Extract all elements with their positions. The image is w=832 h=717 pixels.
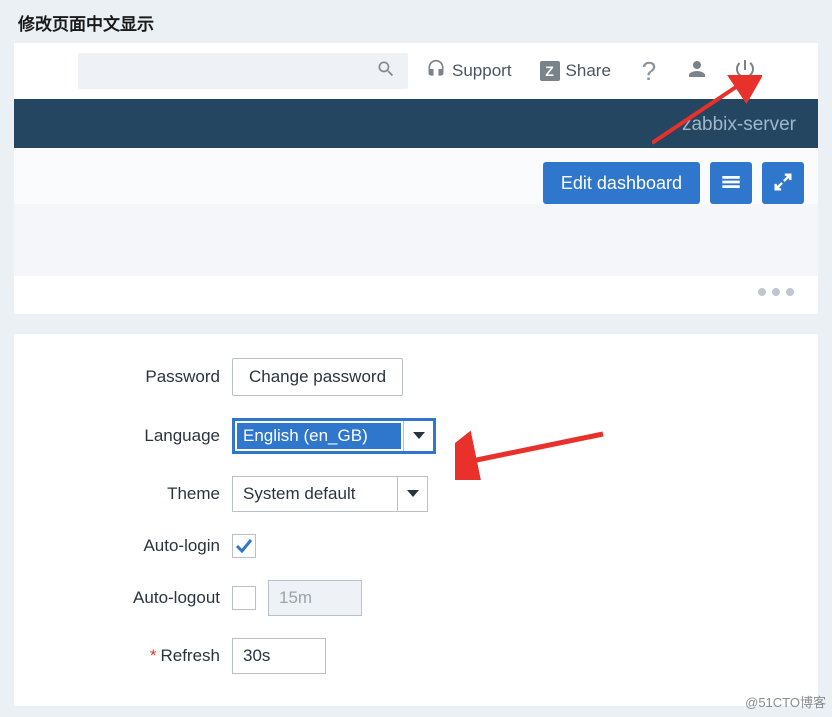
edit-dashboard-button[interactable]: Edit dashboard <box>543 162 700 204</box>
theme-value: System default <box>233 484 397 504</box>
person-icon <box>685 57 709 86</box>
server-label: zabbix-server <box>682 114 796 135</box>
headset-icon <box>426 59 446 84</box>
logout-button[interactable] <box>725 53 765 89</box>
fullscreen-button[interactable] <box>762 162 804 204</box>
chevron-down-icon <box>397 477 427 511</box>
share-label: Share <box>566 61 611 81</box>
dot-icon <box>772 288 780 296</box>
z-badge-icon: Z <box>540 61 560 81</box>
user-profile-button[interactable] <box>677 53 717 89</box>
profile-form: Password Change password Language Englis… <box>14 334 818 706</box>
autologout-input <box>268 580 362 616</box>
watermark: @51CTO博客 <box>745 692 826 711</box>
page-title: 修改页面中文显示 <box>0 0 832 43</box>
hamburger-icon <box>720 171 742 196</box>
theme-select[interactable]: System default <box>232 476 428 512</box>
expand-icon <box>772 171 794 196</box>
theme-label: Theme <box>14 484 232 504</box>
server-bar: zabbix-server <box>14 99 818 148</box>
refresh-input[interactable] <box>232 638 326 674</box>
dot-icon <box>786 288 794 296</box>
change-password-button[interactable]: Change password <box>232 358 403 396</box>
check-icon <box>235 538 253 554</box>
search-input[interactable] <box>78 53 408 89</box>
password-label: Password <box>14 367 232 387</box>
support-link[interactable]: Support <box>416 59 522 84</box>
top-panel: Support Z Share ? zabbix-server Edit das… <box>14 43 818 314</box>
refresh-label: *Refresh <box>14 646 232 666</box>
question-icon: ? <box>642 56 656 87</box>
support-label: Support <box>452 61 512 81</box>
chevron-down-icon <box>403 421 433 451</box>
autologout-checkbox[interactable] <box>232 586 256 610</box>
top-bar: Support Z Share ? <box>14 43 818 99</box>
autologin-checkbox[interactable] <box>232 534 256 558</box>
more-actions[interactable] <box>14 276 818 314</box>
dot-icon <box>758 288 766 296</box>
dashboard-empty-area <box>14 204 818 276</box>
autologin-label: Auto-login <box>14 536 232 556</box>
autologout-label: Auto-logout <box>14 588 232 608</box>
language-value: English (en_GB) <box>237 423 401 449</box>
power-icon <box>733 57 757 86</box>
share-link[interactable]: Z Share <box>530 61 621 81</box>
dashboard-toolbar: Edit dashboard <box>14 148 818 204</box>
help-button[interactable]: ? <box>629 53 669 89</box>
language-label: Language <box>14 426 232 446</box>
search-icon <box>376 59 396 84</box>
language-select[interactable]: English (en_GB) <box>232 418 436 454</box>
menu-button[interactable] <box>710 162 752 204</box>
